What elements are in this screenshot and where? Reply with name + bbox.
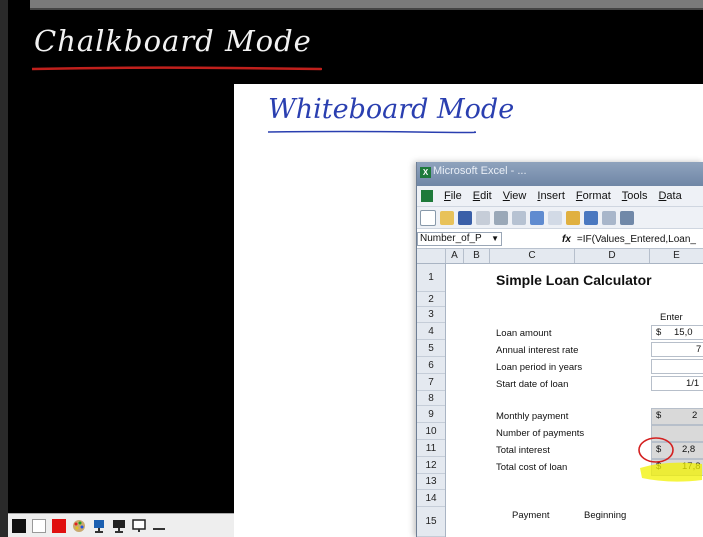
column-headers: A B C D E [417,249,703,264]
name-box-value: Number_of_P [420,233,482,244]
workbook-icon[interactable] [421,190,433,202]
cell-start-date[interactable]: 1/1 [651,376,703,391]
row-header[interactable]: 11 [417,440,445,457]
row-header[interactable]: 6 [417,357,445,374]
row-header[interactable]: 10 [417,423,445,440]
minimize-icon[interactable] [152,519,166,533]
format-painter-icon[interactable] [566,210,580,225]
column-header-b[interactable]: B [464,249,490,263]
presenter-icon[interactable] [92,519,106,533]
name-box[interactable]: Number_of_P ▼ [417,232,502,246]
row-header[interactable]: 1 [417,264,445,292]
cell-value: 7 [696,344,702,355]
label-total-cost: Total cost of loan [496,462,568,473]
open-icon[interactable] [440,210,454,225]
fx-icon[interactable]: fx [562,234,571,245]
menu-edit[interactable]: Edit [473,190,492,202]
redo-icon[interactable] [602,210,616,225]
select-all-corner[interactable] [417,249,446,263]
chalkboard-edge [0,0,8,537]
row-header[interactable]: 15 [417,507,445,537]
enter-values-header: Enter [660,312,683,323]
row-header[interactable]: 12 [417,457,445,474]
row-header[interactable]: 7 [417,374,445,391]
cell-loan-amount[interactable]: $ 15,0 [651,325,703,340]
spelling-icon[interactable] [530,210,544,225]
sheet-title: Simple Loan Calculator [496,272,652,288]
print-preview-icon[interactable] [512,210,526,225]
worksheet-grid[interactable]: Simple Loan Calculator Enter Loan amount… [446,264,703,537]
menu-view[interactable]: View [503,190,527,202]
permission-icon[interactable] [476,210,490,225]
row-header[interactable]: 9 [417,406,445,423]
cell-value: 1/1 [686,378,700,389]
currency-symbol: $ [656,327,662,338]
row-header[interactable]: 14 [417,490,445,507]
column-header-d[interactable]: D [575,249,650,263]
currency-symbol: $ [656,410,662,421]
undo-icon[interactable] [584,210,598,225]
row-header[interactable]: 4 [417,323,445,340]
column-header-e[interactable]: E [650,249,703,263]
cell-loan-period[interactable] [651,359,703,374]
window-top-frame [30,0,703,10]
menu-insert[interactable]: Insert [537,190,565,202]
black-color-swatch-icon[interactable] [12,518,26,533]
white-color-swatch-icon[interactable] [32,518,46,533]
cell-monthly-payment[interactable]: $ 2 [651,408,703,425]
excel-menu-bar: File Edit View Insert Format Tools Data [417,186,703,207]
sort-ascending-icon[interactable] [620,210,634,225]
cell-value: 2,8 [682,444,696,455]
chalkboard-title: Chalkboard Mode [34,24,312,58]
formula-bar: Number_of_P ▼ fx =IF(Values_Entered,Loan… [417,230,703,249]
red-color-swatch-icon[interactable] [52,518,66,533]
column-header-a[interactable]: A [446,249,464,263]
cell-annual-interest-rate[interactable]: 7 [651,342,703,357]
excel-title-bar[interactable]: Microsoft Excel - ... [417,162,703,186]
label-number-of-payments: Number of payments [496,428,585,439]
label-loan-amount: Loan amount [496,328,552,339]
monitor-icon[interactable] [112,519,126,533]
row-header[interactable]: 5 [417,340,445,357]
row-header[interactable]: 13 [417,474,445,490]
menu-file[interactable]: File [444,190,462,202]
row-header[interactable]: 8 [417,391,445,406]
chalkboard-title-underline [31,66,322,71]
header-payment: Payment [512,510,550,521]
excel-window[interactable]: Microsoft Excel - ... X File Edit View I… [416,162,703,537]
row-header[interactable]: 3 [417,307,445,323]
menu-tools[interactable]: Tools [622,190,648,202]
new-icon[interactable] [420,209,436,226]
copy-icon[interactable] [548,210,562,225]
label-monthly-payment: Monthly payment [496,411,569,422]
label-start-date: Start date of loan [496,379,569,390]
label-total-interest: Total interest [496,445,550,456]
color-palette-icon[interactable] [72,519,86,533]
label-loan-period: Loan period in years [496,362,583,373]
excel-window-title: Microsoft Excel - ... [433,165,527,177]
cell-value: 15,0 [674,327,693,338]
menu-data[interactable]: Data [658,190,681,202]
row-header[interactable]: 2 [417,292,445,307]
menu-format[interactable]: Format [576,190,611,202]
print-icon[interactable] [494,210,508,225]
ink-toolbar [8,513,234,537]
cell-value: 2 [692,410,698,421]
screen-icon[interactable] [132,518,146,533]
column-header-c[interactable]: C [490,249,575,263]
save-icon[interactable] [458,210,472,225]
header-beginning: Beginning [584,510,627,521]
whiteboard-title: Whiteboard Mode [268,94,515,125]
formula-input[interactable]: =IF(Values_Entered,Loan_ [577,234,696,245]
row-headers: 1 2 3 4 5 6 7 8 9 10 11 12 13 14 15 [417,264,446,537]
whiteboard-title-underline [267,130,476,134]
label-annual-interest-rate: Annual interest rate [496,345,579,356]
excel-app-icon[interactable]: X [420,167,431,178]
excel-standard-toolbar [417,207,703,229]
red-circle-annotation [638,437,674,463]
chevron-down-icon[interactable]: ▼ [491,233,499,245]
